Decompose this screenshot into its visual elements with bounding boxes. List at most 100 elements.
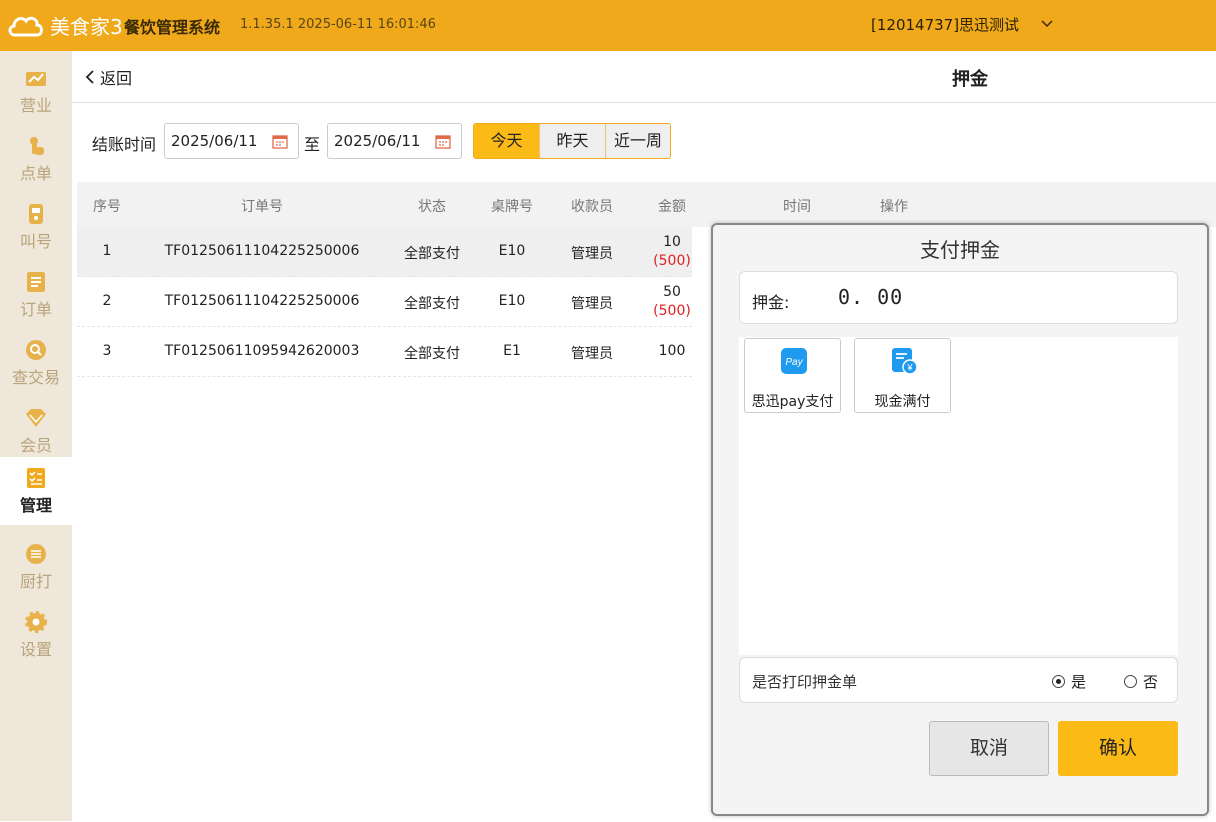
menu-circle-icon (26, 544, 46, 564)
svg-text:Pay: Pay (785, 357, 803, 368)
sidebar-item-members[interactable]: 会员 (0, 397, 72, 465)
gear-icon (25, 611, 47, 633)
print-no-label: 否 (1143, 673, 1159, 691)
diamond-icon (26, 409, 46, 427)
logo: 美食家3 (6, 9, 123, 41)
account-name[interactable]: [12014737]思迅测试 (871, 14, 1019, 35)
range-week-button[interactable]: 近一周 (606, 124, 670, 158)
cell-status: 全部支付 (404, 346, 460, 362)
sidebar-item-label: 点单 (19, 164, 52, 183)
sidebar: 营业 点单 叫号 订单 查交易 会员 管理 厨打 设置 (0, 51, 72, 821)
deposit-label: 押金: (752, 293, 790, 312)
cloud-logo-icon (8, 16, 43, 37)
table-row[interactable]: 1 TF01250611104225250006 全部支付 E10 管理员 10… (77, 227, 692, 277)
range-yesterday-button[interactable]: 昨天 (540, 124, 606, 158)
header-time: 时间 (783, 199, 811, 215)
deposit-amount: 0. 00 (838, 285, 904, 309)
sidebar-item-order-entry[interactable]: 点单 (0, 125, 72, 193)
calendar-icon[interactable] (272, 133, 288, 149)
radio-unchecked-icon (1124, 675, 1137, 688)
search-circle-icon (26, 340, 46, 360)
sidebar-item-kitchen-print[interactable]: 厨打 (0, 533, 72, 601)
payment-methods-panel: Pay 思迅pay支付 ¥ 现金满付 (739, 337, 1178, 655)
confirm-button[interactable]: 确认 (1058, 721, 1178, 776)
sidebar-item-label: 会员 (19, 436, 52, 455)
back-button[interactable]: 返回 (84, 65, 132, 89)
cell-table: E10 (498, 293, 526, 309)
logo-text: 美食家3 (50, 14, 123, 39)
print-yes-radio[interactable]: 是 (1052, 671, 1086, 692)
sub-header: 返回 押金 (72, 51, 1216, 103)
system-title: 餐饮管理系统 (124, 18, 221, 37)
back-label: 返回 (100, 69, 133, 88)
cell-order: TF01250611104225250006 (164, 243, 360, 259)
pay-icon: Pay (781, 348, 807, 374)
deposit-value: (500) (653, 253, 691, 269)
checklist-icon (27, 468, 45, 488)
svg-text:¥: ¥ (906, 363, 913, 373)
cell-amount: 50 (500) (642, 283, 702, 321)
print-no-radio[interactable]: 否 (1124, 671, 1158, 692)
pay-method-label: 思迅pay支付 (751, 394, 834, 410)
pay-method-label: 现金满付 (874, 394, 931, 410)
table-row[interactable]: 3 TF01250611095942620003 全部支付 E1 管理员 100 (77, 327, 692, 377)
radio-checked-icon (1052, 675, 1065, 688)
table-header: 序号 订单号 状态 桌牌号 收款员 金额 时间 操作 (77, 182, 1216, 227)
cell-status: 全部支付 (404, 246, 460, 262)
header-cashier: 收款员 (571, 199, 613, 215)
amount-value: 50 (663, 284, 681, 300)
print-yes-label: 是 (1071, 673, 1087, 691)
cell-table: E10 (498, 243, 526, 259)
deposit-value: (500) (653, 303, 691, 319)
orders-table: 序号 订单号 状态 桌牌号 收款员 金额 时间 操作 1 TF012506111… (77, 182, 1216, 822)
cell-table: E1 (503, 343, 521, 359)
date-to-input[interactable]: 2025/06/11 (327, 123, 462, 159)
cash-pay-button[interactable]: ¥ 现金满付 (854, 338, 951, 413)
top-bar: 美食家3 餐饮管理系统 1.1.35.1 2025-06-11 16:01:46… (0, 0, 1216, 51)
to-label: 至 (304, 135, 321, 154)
pager-icon (29, 204, 43, 224)
sidebar-item-label: 设置 (19, 640, 52, 659)
dialog-title: 支付押金 (920, 238, 1000, 262)
deposit-field[interactable]: 押金: 0. 00 (739, 271, 1178, 324)
header-amount: 金额 (658, 199, 686, 215)
sidebar-item-label: 查交易 (11, 368, 60, 387)
date-range-segmented: 今天 昨天 近一周 (473, 123, 671, 159)
print-option: 是否打印押金单 是 否 (739, 657, 1178, 703)
cell-status: 全部支付 (404, 296, 460, 312)
sidebar-item-business[interactable]: 营业 (0, 57, 72, 125)
range-today-button[interactable]: 今天 (474, 124, 540, 158)
cash-receipt-icon: ¥ (892, 348, 918, 375)
sidebar-item-settings[interactable]: 设置 (0, 601, 72, 669)
chevron-left-icon (85, 70, 94, 84)
filter-bar: 结账时间 2025/06/11 至 2025/06/11 今天 昨天 近一周 (72, 104, 1216, 182)
list-icon (27, 272, 45, 292)
date-from-value: 2025/06/11 (171, 132, 258, 150)
chart-icon (26, 72, 46, 86)
sidebar-item-orders[interactable]: 订单 (0, 261, 72, 329)
sidebar-item-call-number[interactable]: 叫号 (0, 193, 72, 261)
version-info: 1.1.35.1 2025-06-11 16:01:46 (240, 17, 436, 32)
sixun-pay-button[interactable]: Pay 思迅pay支付 (744, 338, 841, 413)
page-title: 押金 (952, 69, 988, 90)
cell-cashier: 管理员 (571, 296, 613, 312)
print-label: 是否打印押金单 (752, 673, 858, 691)
calendar-icon[interactable] (435, 133, 451, 149)
sidebar-item-label: 营业 (19, 96, 52, 115)
sidebar-item-label: 管理 (19, 496, 52, 515)
cell-no: 2 (102, 293, 112, 309)
header-order: 订单号 (241, 199, 283, 215)
sidebar-item-management[interactable]: 管理 (0, 457, 72, 525)
table-row[interactable]: 2 TF01250611104225250006 全部支付 E10 管理员 50… (77, 277, 692, 327)
cell-order: TF01250611104225250006 (164, 293, 360, 309)
cancel-button[interactable]: 取消 (929, 721, 1049, 776)
chevron-down-icon[interactable] (1040, 17, 1054, 31)
sidebar-item-label: 叫号 (19, 232, 52, 251)
cell-cashier: 管理员 (571, 246, 613, 262)
filter-label: 结账时间 (92, 135, 157, 154)
sidebar-item-transactions[interactable]: 查交易 (0, 329, 72, 397)
header-no: 序号 (93, 199, 121, 215)
sidebar-item-label: 厨打 (19, 572, 52, 591)
date-from-input[interactable]: 2025/06/11 (164, 123, 299, 159)
cell-no: 3 (102, 343, 112, 359)
